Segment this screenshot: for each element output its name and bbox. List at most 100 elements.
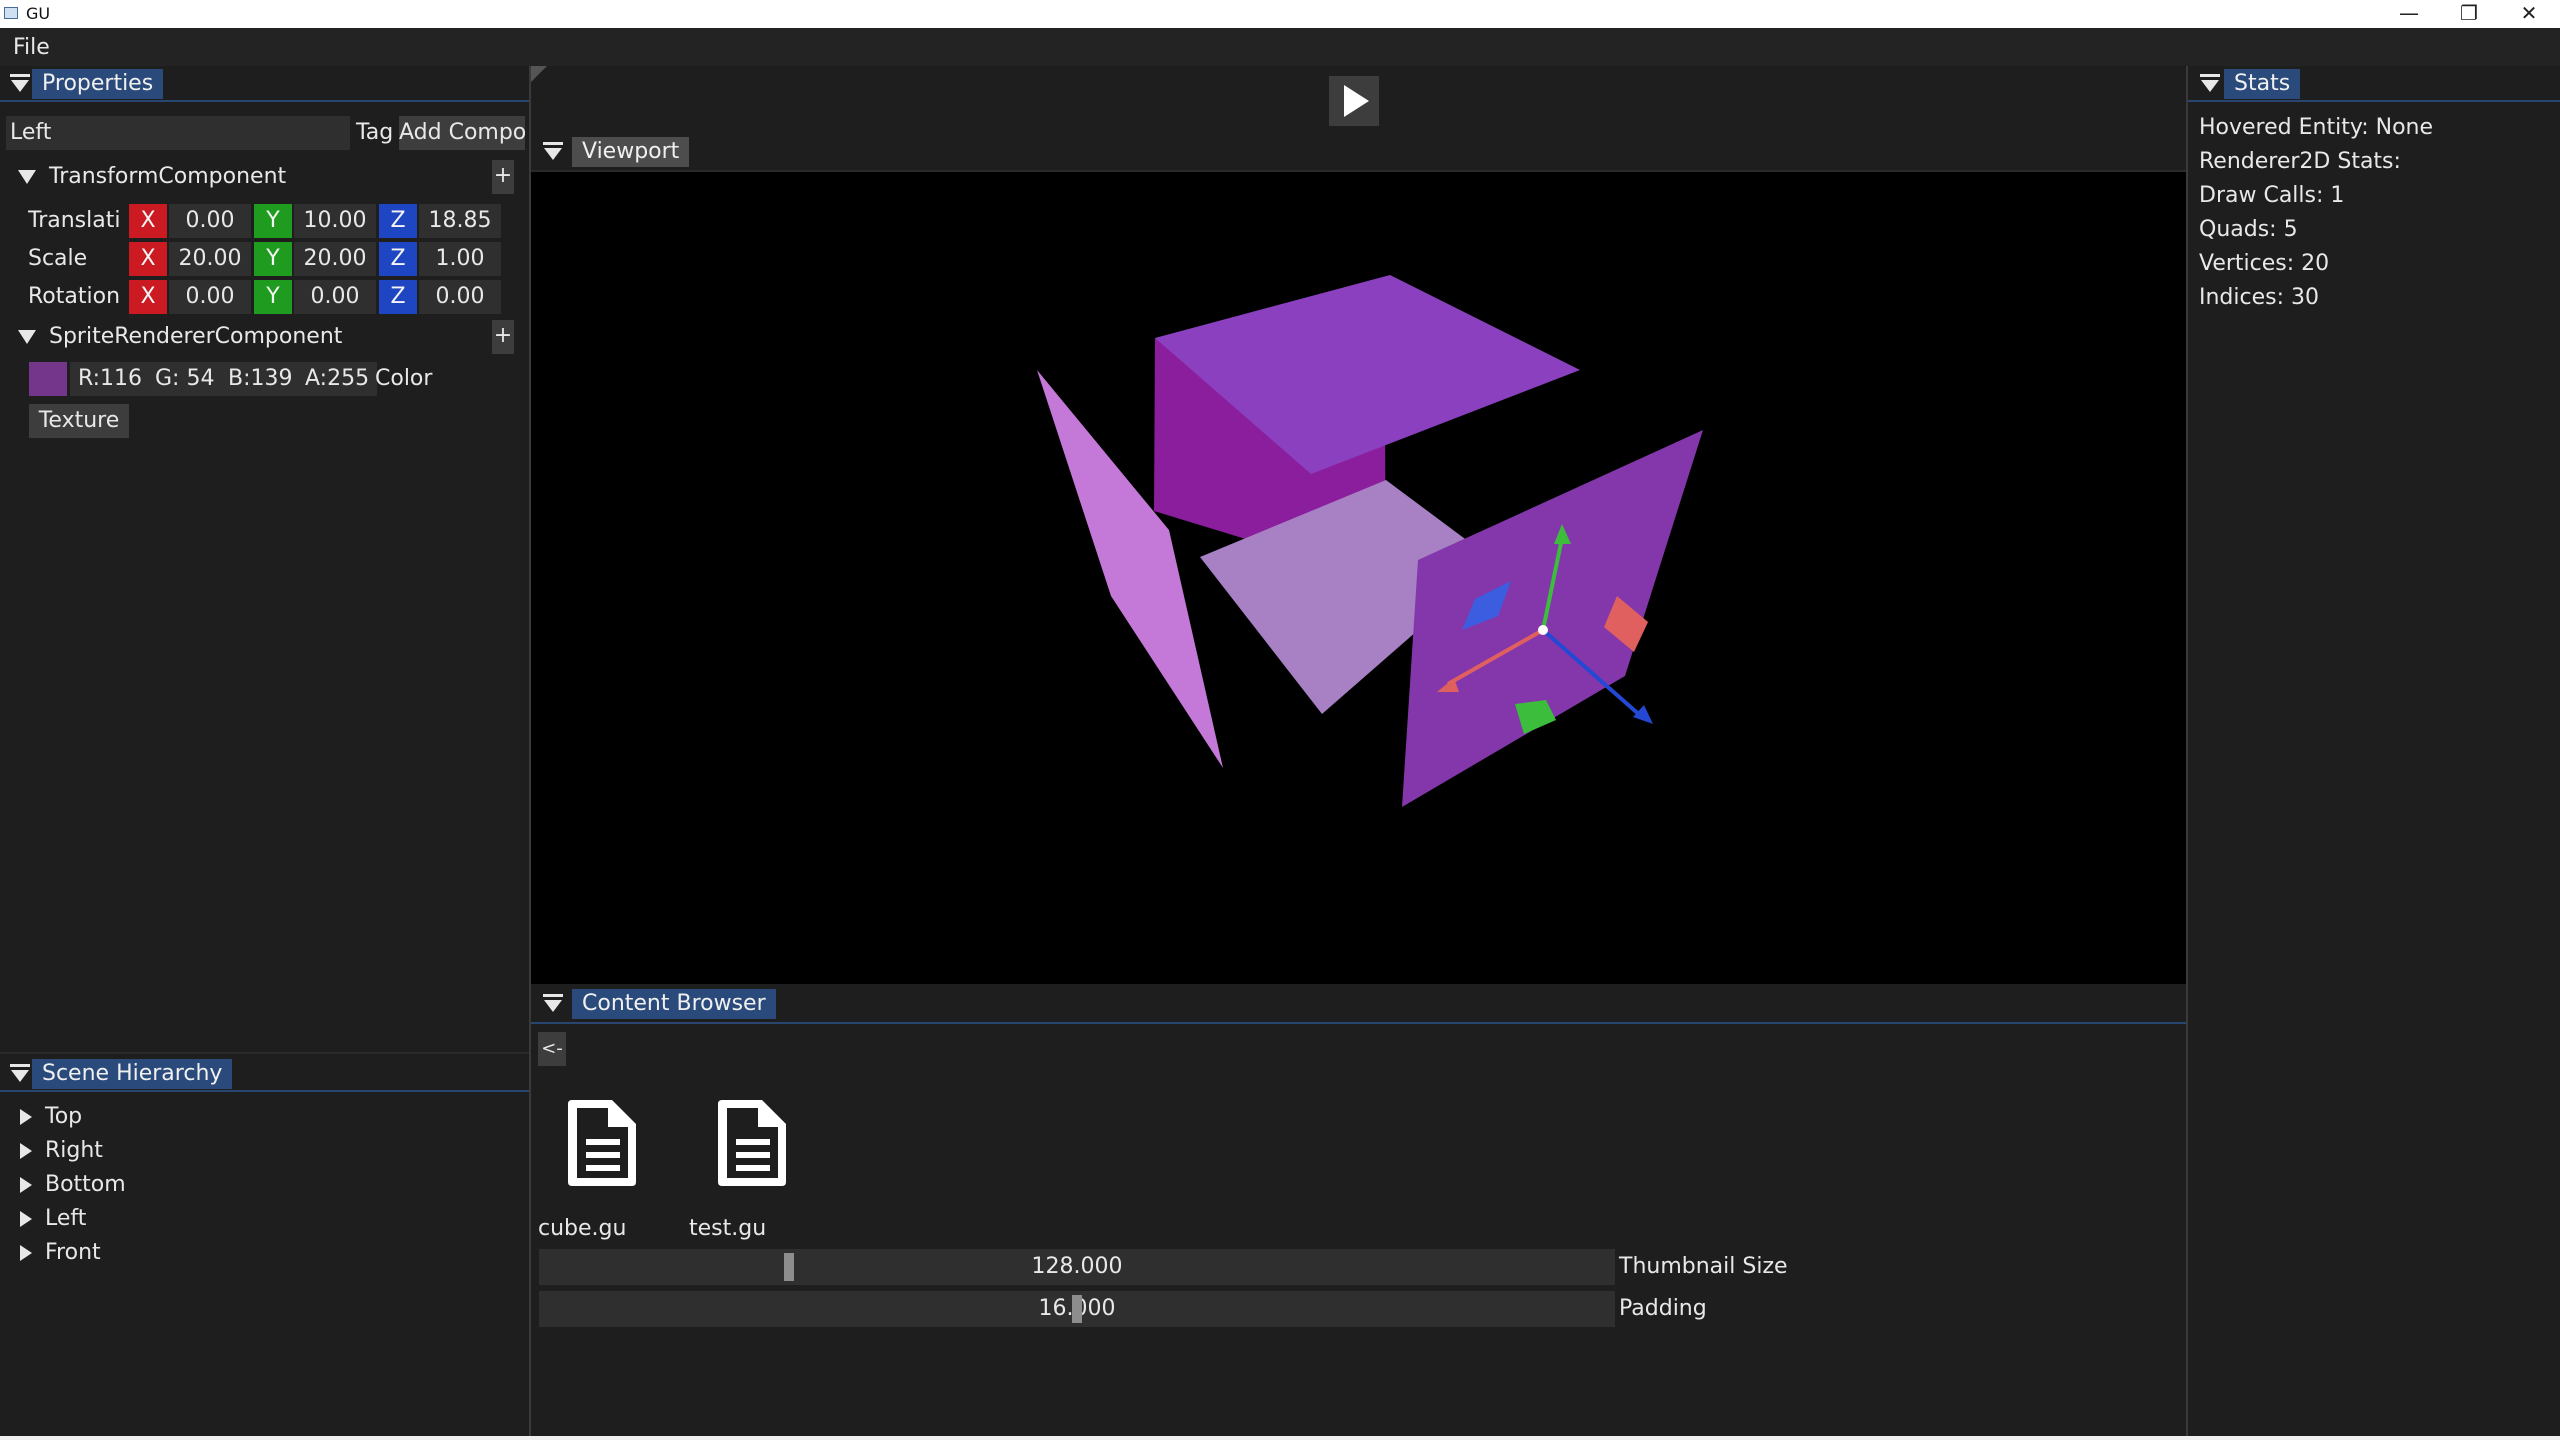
- content-browser-panel: Content Browser <- cube.gu test.gu 128.0…: [531, 984, 2186, 1440]
- thumbnail-size-label: Thumbnail Size: [1619, 1254, 1788, 1279]
- app-icon: [4, 7, 18, 19]
- entity-name-input[interactable]: [6, 116, 350, 150]
- properties-panel: Properties Tag Add Compo TransformCompon…: [0, 66, 529, 1056]
- menu-file[interactable]: File: [13, 35, 50, 60]
- add-component-button[interactable]: Add Compo: [399, 116, 525, 150]
- file-thumbnail-cube[interactable]: [560, 1094, 645, 1190]
- viewport-tabstrip: Viewport: [531, 132, 2186, 172]
- scale-z-reset-button[interactable]: Z: [379, 242, 417, 276]
- play-icon: [1344, 85, 1369, 117]
- hierarchy-item-left[interactable]: Left: [45, 1203, 86, 1235]
- translation-x-field[interactable]: 0.00: [169, 204, 251, 238]
- expand-icon[interactable]: [20, 1143, 32, 1159]
- padding-slider[interactable]: 16.000: [539, 1291, 1615, 1327]
- translation-x-reset-button[interactable]: X: [129, 204, 167, 238]
- window-title: GU: [26, 4, 51, 23]
- tab-viewport[interactable]: Viewport: [572, 137, 690, 167]
- corner-resize-icon[interactable]: [531, 66, 547, 82]
- expand-icon[interactable]: [20, 1177, 32, 1193]
- scene-hierarchy-panel: Scene Hierarchy Top Right Bottom Left Fr…: [0, 1056, 529, 1440]
- transform-component-header[interactable]: TransformComponent: [49, 160, 286, 194]
- color-b-field[interactable]: B:139: [220, 362, 301, 396]
- back-button[interactable]: <-: [538, 1032, 566, 1066]
- stat-hovered-entity: Hovered Entity: None: [2199, 115, 2434, 140]
- thumbnail-size-value: 128.000: [1031, 1254, 1123, 1279]
- color-label: Color: [375, 366, 433, 391]
- expand-icon[interactable]: [20, 1245, 32, 1261]
- file-name-cube[interactable]: cube.gu: [538, 1212, 626, 1246]
- rotation-y-field[interactable]: 0.00: [294, 280, 376, 314]
- scene-hierarchy-tabstrip: Scene Hierarchy: [0, 1056, 529, 1092]
- color-a-field[interactable]: A:255: [297, 362, 378, 396]
- transform-collapse-icon[interactable]: [18, 170, 36, 184]
- scale-z-field[interactable]: 1.00: [419, 242, 501, 276]
- translation-label: Translati: [28, 208, 120, 233]
- sprite-settings-button[interactable]: +: [492, 320, 514, 354]
- color-g-field[interactable]: G: 54: [147, 362, 223, 396]
- tab-properties[interactable]: Properties: [32, 69, 164, 99]
- translation-y-reset-button[interactable]: Y: [254, 204, 292, 238]
- rotation-z-field[interactable]: 0.00: [419, 280, 501, 314]
- hierarchy-item-front[interactable]: Front: [45, 1237, 101, 1269]
- tab-scene-hierarchy[interactable]: Scene Hierarchy: [32, 1059, 233, 1089]
- transform-settings-button[interactable]: +: [492, 160, 514, 194]
- tab-stats[interactable]: Stats: [2224, 69, 2301, 99]
- texture-button[interactable]: Texture: [29, 404, 129, 438]
- scale-y-field[interactable]: 20.00: [294, 242, 376, 276]
- expand-icon[interactable]: [20, 1211, 32, 1227]
- translation-z-field[interactable]: 18.85: [419, 204, 501, 238]
- tag-label: Tag: [356, 120, 394, 145]
- expand-icon[interactable]: [20, 1109, 32, 1125]
- file-thumbnail-test[interactable]: [710, 1094, 795, 1190]
- scale-x-reset-button[interactable]: X: [129, 242, 167, 276]
- scene-render[interactable]: [531, 172, 2186, 984]
- cube-front-panel-selected[interactable]: [1402, 430, 1703, 807]
- stats-panel: Stats Hovered Entity: None Renderer2D St…: [2188, 66, 2560, 1440]
- content-browser-tabstrip: Content Browser: [531, 984, 2186, 1024]
- hierarchy-item-bottom[interactable]: Bottom: [45, 1169, 126, 1201]
- tab-content-browser[interactable]: Content Browser: [572, 989, 776, 1019]
- sprite-renderer-component-header[interactable]: SpriteRendererComponent: [49, 320, 342, 354]
- play-toolbar: [531, 66, 2186, 132]
- left-horizontal-splitter[interactable]: [0, 1052, 529, 1054]
- collapse-menu-icon[interactable]: [2200, 74, 2220, 94]
- stat-quads: Quads: 5: [2199, 217, 2298, 242]
- minimize-button[interactable]: —: [2380, 0, 2438, 28]
- close-button[interactable]: ✕: [2500, 0, 2558, 28]
- collapse-menu-icon[interactable]: [543, 142, 563, 162]
- hierarchy-item-right[interactable]: Right: [45, 1135, 103, 1167]
- scale-x-field[interactable]: 20.00: [169, 242, 251, 276]
- stat-vertices: Vertices: 20: [2199, 251, 2330, 276]
- document-icon: [718, 1100, 786, 1186]
- collapse-menu-icon[interactable]: [10, 1064, 30, 1084]
- rotation-z-reset-button[interactable]: Z: [379, 280, 417, 314]
- scale-y-reset-button[interactable]: Y: [254, 242, 292, 276]
- menu-bar: File: [0, 28, 2560, 66]
- play-button[interactable]: [1329, 76, 1379, 126]
- stat-draw-calls: Draw Calls: 1: [2199, 183, 2345, 208]
- rotation-y-reset-button[interactable]: Y: [254, 280, 292, 314]
- color-r-field[interactable]: R:116: [70, 362, 151, 396]
- window-bottom-border: [0, 1436, 2560, 1440]
- slider-knob[interactable]: [1072, 1295, 1082, 1323]
- restore-button[interactable]: ❐: [2440, 0, 2498, 28]
- thumbnail-size-slider[interactable]: 128.000: [539, 1249, 1615, 1285]
- window-title-bar: GU — ❐ ✕: [0, 0, 2560, 28]
- hierarchy-item-top[interactable]: Top: [45, 1101, 82, 1133]
- stat-renderer-heading: Renderer2D Stats:: [2199, 149, 2401, 174]
- color-swatch[interactable]: [29, 362, 67, 396]
- stat-indices: Indices: 30: [2199, 285, 2320, 310]
- sprite-collapse-icon[interactable]: [18, 330, 36, 344]
- rotation-x-field[interactable]: 0.00: [169, 280, 251, 314]
- translation-z-reset-button[interactable]: Z: [379, 204, 417, 238]
- file-name-test[interactable]: test.gu: [689, 1212, 766, 1246]
- padding-label: Padding: [1619, 1296, 1707, 1321]
- viewport-canvas[interactable]: [531, 172, 2186, 984]
- stats-tabstrip: Stats: [2188, 66, 2560, 102]
- rotation-label: Rotation: [28, 284, 121, 309]
- rotation-x-reset-button[interactable]: X: [129, 280, 167, 314]
- collapse-menu-icon[interactable]: [543, 994, 563, 1014]
- translation-y-field[interactable]: 10.00: [294, 204, 376, 238]
- scale-label: Scale: [28, 246, 88, 271]
- collapse-menu-icon[interactable]: [10, 74, 30, 94]
